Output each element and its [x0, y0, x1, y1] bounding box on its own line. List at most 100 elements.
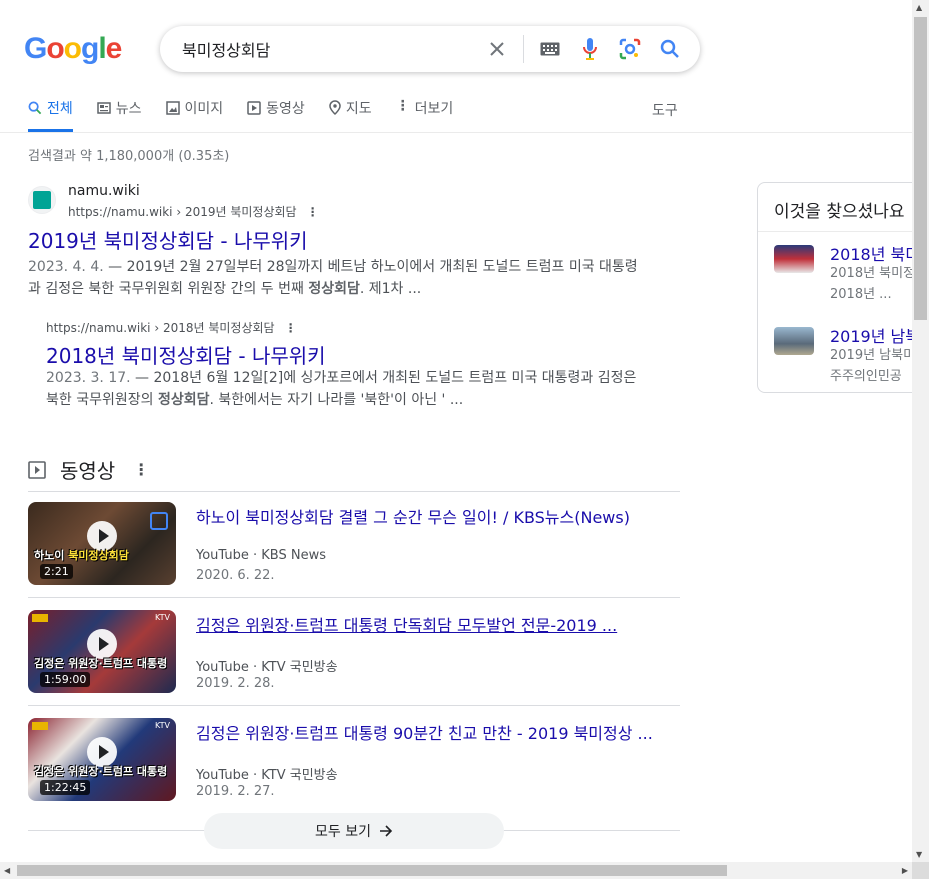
- thumbnail-caption: 하노이 북미정상회담: [34, 547, 129, 563]
- site-name: namu.wiki: [68, 183, 140, 199]
- video-date: 2019. 2. 28.: [196, 676, 275, 691]
- tab-label: 이미지: [184, 101, 224, 117]
- divider: [758, 231, 926, 232]
- suggestion-text: 2019년 남북미: [830, 348, 916, 363]
- video-result[interactable]: 하노이 북미정상회담 2:21 하노이 북미정상회담 결렬 그 순간 무슨 일이…: [28, 502, 680, 586]
- site-url: https://namu.wiki › 2018년 북미정상회담 ⋮: [46, 319, 297, 336]
- map-pin-icon: [329, 100, 341, 115]
- keyboard-button[interactable]: [530, 26, 570, 72]
- divider: [28, 597, 680, 598]
- videos-heading: 동영상: [60, 459, 116, 483]
- videos-section-header: 동영상 ⋮: [28, 455, 149, 484]
- suggestion-title[interactable]: 2018년 북미: [830, 241, 920, 265]
- result-title-link[interactable]: 2019년 북미정상회담 - 나무위키: [28, 225, 308, 254]
- namuwiki-logo-icon: [33, 191, 51, 209]
- suggestion-thumbnail: [774, 327, 814, 355]
- video-title-link[interactable]: 하노이 북미정상회담 결렬 그 순간 무슨 일이! / KBS뉴스(News): [196, 504, 666, 528]
- video-title-link[interactable]: 김정은 위원장·트럼프 대통령 90분간 친교 만찬 - 2019 북미정상 .…: [196, 720, 666, 744]
- video-source: YouTube · KTV 국민방송: [196, 768, 338, 783]
- site-url: https://namu.wiki › 2019년 북미정상회담 ⋮: [68, 203, 319, 220]
- keyboard-icon: [540, 42, 560, 56]
- expand-icon: [150, 512, 168, 530]
- site-favicon: [28, 186, 56, 214]
- voice-search-button[interactable]: [570, 26, 610, 72]
- video-title-link[interactable]: 김정은 위원장·트럼프 대통령 단독회담 모두발언 전문-2019 ...: [196, 612, 666, 636]
- caption-highlight: 북미정상회담: [68, 549, 129, 562]
- tab-all[interactable]: 전체: [28, 98, 73, 132]
- snippet-highlight: 정상회담: [308, 281, 360, 297]
- video-result[interactable]: KTV 김정은 위원장·트럼프 대통령 1:59:00 김정은 위원장·트럼프 …: [28, 610, 680, 694]
- result-stats: 검색결과 약 1,180,000개 (0.35초): [28, 149, 230, 164]
- tab-images[interactable]: 이미지: [165, 98, 224, 132]
- video-result[interactable]: KTV 김정은 위원장·트럼프 대통령 1:22:45 김정은 위원장·트럼프 …: [28, 718, 680, 802]
- video-thumbnail[interactable]: 하노이 북미정상회담 2:21: [28, 502, 176, 585]
- more-options-icon[interactable]: ⋮: [285, 321, 297, 335]
- view-all-button[interactable]: 모두 보기: [204, 813, 504, 849]
- scroll-down-icon[interactable]: ▼: [916, 850, 922, 859]
- scrollbar-thumb[interactable]: [17, 865, 727, 876]
- clear-button[interactable]: [477, 26, 517, 72]
- channel-badge: [32, 722, 48, 730]
- suggestion-text: 주주의인민공: [830, 369, 902, 384]
- more-options-icon[interactable]: ⋮: [307, 205, 319, 219]
- tab-label: 지도: [345, 101, 372, 117]
- tab-videos[interactable]: 동영상: [247, 98, 305, 132]
- scroll-up-icon[interactable]: ▲: [916, 3, 922, 12]
- video-icon: [247, 101, 261, 115]
- video-duration: 1:59:00: [40, 672, 91, 687]
- video-thumbnail[interactable]: KTV 김정은 위원장·트럼프 대통령 1:59:00: [28, 610, 176, 693]
- card-title: 이것을 찾으셨나요: [774, 202, 905, 222]
- result-date: 2023. 4. 4.: [28, 259, 104, 275]
- snippet-text: . 제1차 ...: [359, 281, 422, 297]
- suggestion-title[interactable]: 2019년 남북: [830, 323, 920, 347]
- camera-lens-icon: [619, 38, 641, 60]
- ktv-logo: KTV: [155, 721, 170, 730]
- video-icon: [28, 460, 46, 479]
- search-icon: [28, 101, 42, 115]
- scroll-left-icon[interactable]: ◀: [4, 866, 10, 875]
- url-text: https://namu.wiki › 2019년 북미정상회담: [68, 205, 297, 219]
- view-all-label: 모두 보기: [315, 824, 371, 840]
- search-box: [160, 26, 700, 72]
- scroll-right-icon[interactable]: ▶: [902, 866, 908, 875]
- caption-text: 하노이: [34, 549, 69, 562]
- tab-label: 뉴스: [115, 101, 142, 117]
- video-source: YouTube · KTV 국민방송: [196, 660, 338, 675]
- tab-label: 동영상: [266, 101, 305, 117]
- search-button[interactable]: [650, 26, 690, 72]
- lens-search-button[interactable]: [610, 26, 650, 72]
- arrow-right-icon: [379, 825, 393, 837]
- video-date: 2020. 6. 22.: [196, 568, 275, 583]
- video-duration: 2:21: [40, 564, 73, 579]
- result-title-link[interactable]: 2018년 북미정상회담 - 나무위키: [46, 340, 326, 369]
- tools-button[interactable]: 도구: [652, 100, 678, 120]
- image-icon: [165, 101, 180, 115]
- tab-more[interactable]: ⋮ 더보기: [396, 98, 454, 132]
- video-date: 2019. 2. 27.: [196, 784, 275, 799]
- horizontal-scrollbar[interactable]: ◀ ▶: [0, 862, 912, 879]
- result-date: 2023. 3. 17.: [46, 370, 131, 386]
- thumbnail-caption: 김정은 위원장·트럼프 대통령: [34, 765, 168, 778]
- vertical-scrollbar[interactable]: ▲ ▼: [912, 0, 929, 862]
- suggestion-thumbnail: [774, 245, 814, 273]
- google-logo[interactable]: Google: [24, 32, 122, 66]
- tab-divider: [0, 132, 912, 133]
- suggestion-text: 2018년 ...: [830, 287, 892, 302]
- thumbnail-caption: 김정은 위원장·트럼프 대통령: [34, 657, 168, 670]
- search-input[interactable]: [182, 39, 482, 59]
- url-text: https://namu.wiki › 2018년 북미정상회담: [46, 321, 275, 335]
- close-icon: [490, 42, 504, 56]
- result-snippet: 2023. 3. 17. — 2018년 6월 12일[2]에 싱가포르에서 개…: [46, 367, 646, 411]
- video-duration: 1:22:45: [40, 780, 91, 795]
- divider: [28, 705, 680, 706]
- tab-news[interactable]: 뉴스: [97, 98, 142, 132]
- tab-label: 전체: [47, 101, 73, 117]
- more-options-icon[interactable]: ⋮: [133, 460, 149, 479]
- scrollbar-thumb[interactable]: [914, 17, 927, 320]
- video-thumbnail[interactable]: KTV 김정은 위원장·트럼프 대통령 1:22:45: [28, 718, 176, 801]
- channel-badge: [32, 614, 48, 622]
- tab-maps[interactable]: 지도: [329, 98, 372, 132]
- divider: [523, 35, 524, 63]
- snippet-text: . 북한에서는 자기 나라를 '북한'이 아닌 ' ...: [209, 392, 464, 408]
- search-icon: [660, 39, 679, 58]
